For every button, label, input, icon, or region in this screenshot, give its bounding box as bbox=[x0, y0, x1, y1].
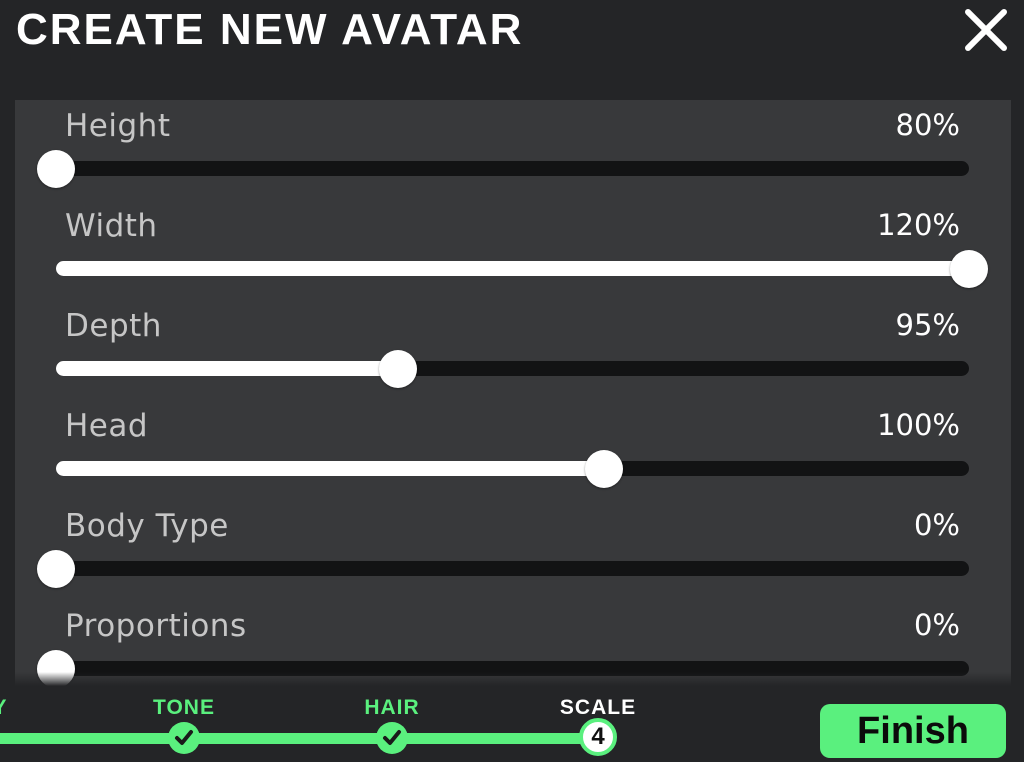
slider-row-width: Width 120% bbox=[15, 200, 1011, 300]
slider-label: Depth bbox=[65, 308, 162, 344]
slider-thumb[interactable] bbox=[37, 150, 75, 188]
scroll-fade bbox=[15, 672, 1011, 686]
close-button[interactable] bbox=[964, 8, 1008, 52]
slider-label: Height bbox=[65, 108, 171, 144]
slider-track[interactable] bbox=[56, 250, 988, 288]
slider-label: Proportions bbox=[65, 608, 247, 644]
check-icon bbox=[383, 730, 401, 745]
slider-value: 80% bbox=[895, 108, 960, 142]
slider-fill bbox=[56, 461, 604, 476]
slider-row-body-type: Body Type 0% bbox=[15, 500, 1011, 600]
slider-fill bbox=[56, 361, 398, 376]
slider-thumb[interactable] bbox=[950, 250, 988, 288]
slider-thumb[interactable] bbox=[379, 350, 417, 388]
slider-label: Head bbox=[65, 408, 149, 444]
finish-button[interactable]: Finish bbox=[820, 704, 1006, 758]
slider-label: Body Type bbox=[65, 508, 229, 544]
slider-value: 95% bbox=[895, 308, 960, 342]
close-icon[interactable] bbox=[964, 8, 1008, 52]
step-label-hair[interactable]: HAIR bbox=[364, 696, 419, 720]
scale-sliders-panel: Height 80% Width 120% Depth 95% Head 100… bbox=[15, 100, 1011, 686]
slider-track[interactable] bbox=[37, 550, 969, 588]
step-progress-bar bbox=[0, 733, 600, 744]
slider-track[interactable] bbox=[56, 350, 969, 388]
slider-row-height: Height 80% bbox=[15, 100, 1011, 200]
slider-fill bbox=[56, 261, 969, 276]
slider-row-depth: Depth 95% bbox=[15, 300, 1011, 400]
step-label-scale[interactable]: SCALE bbox=[560, 696, 636, 720]
slider-value: 100% bbox=[877, 408, 960, 442]
slider-value: 120% bbox=[877, 208, 960, 242]
step-node-hair[interactable] bbox=[376, 722, 408, 754]
slider-value: 0% bbox=[913, 608, 960, 642]
slider-row-head: Head 100% bbox=[15, 400, 1011, 500]
slider-thumb[interactable] bbox=[37, 550, 75, 588]
step-label-tone[interactable]: TONE bbox=[153, 696, 215, 720]
step-node-scale[interactable]: 4 bbox=[579, 718, 617, 756]
slider-track[interactable] bbox=[56, 450, 969, 488]
page-title: CREATE NEW AVATAR bbox=[16, 5, 524, 54]
slider-value: 0% bbox=[913, 508, 960, 542]
step-label[interactable]: Y bbox=[0, 696, 8, 720]
slider-thumb[interactable] bbox=[585, 450, 623, 488]
slider-track[interactable] bbox=[37, 150, 969, 188]
check-icon bbox=[175, 730, 193, 745]
slider-label: Width bbox=[65, 208, 158, 244]
step-node-tone[interactable] bbox=[168, 722, 200, 754]
